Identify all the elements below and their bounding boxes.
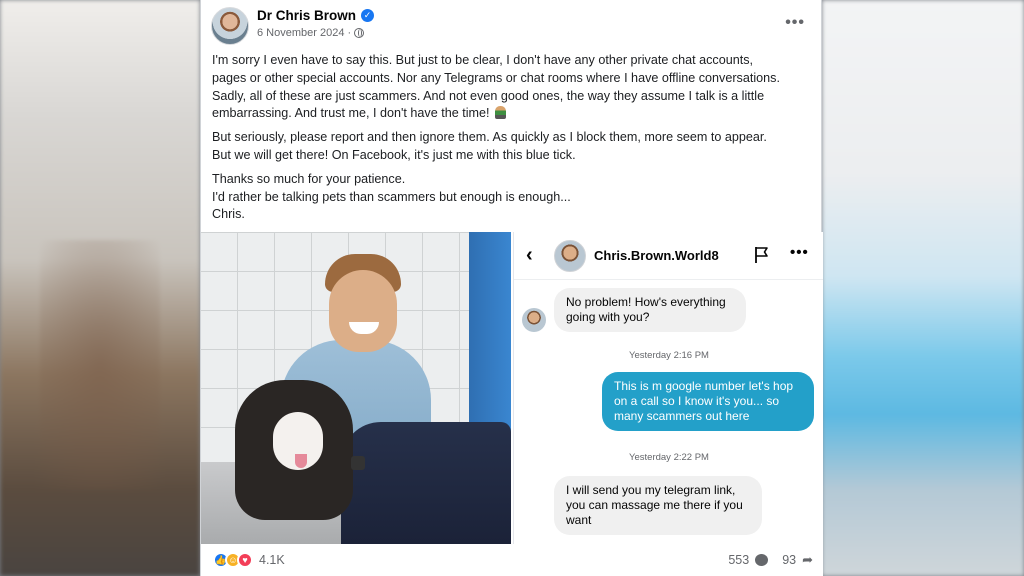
author-name-row: Dr Chris Brown ✓ xyxy=(257,8,375,23)
more-horizontal-icon[interactable]: ••• xyxy=(785,14,805,32)
globe-icon xyxy=(354,28,365,38)
text-line: Sadly, all of these are just scammers. A… xyxy=(212,88,765,103)
post-footer: 👍 ☺ ♥ 4.1K 553 93 ➦ xyxy=(201,544,823,576)
chat-avatar xyxy=(554,240,586,272)
text-line: Thanks so much for your patience. xyxy=(212,171,406,186)
message-timestamp: Yesterday 2:16 PM xyxy=(629,350,709,361)
paragraph-3: Thanks so much for your patience. I'd ra… xyxy=(212,171,816,224)
verified-check-icon: ✓ xyxy=(361,9,375,22)
facebook-post: Dr Chris Brown ✓ 6 November 2024 · ••• I… xyxy=(200,0,823,576)
text-line: I'm sorry I even have to say this. But j… xyxy=(212,53,754,67)
text-line: pages or other special accounts. Nor any… xyxy=(212,70,780,85)
message-outgoing: This is m google number let's hop on a c… xyxy=(602,372,814,431)
chat-topbar: ‹ Chris.Brown.World8 ••• xyxy=(514,232,823,280)
chevron-left-icon: ‹ xyxy=(526,244,533,266)
wrist-watch xyxy=(351,456,365,470)
post-header: Dr Chris Brown ✓ 6 November 2024 · ••• xyxy=(201,0,823,48)
message-incoming: No problem! How's everything going with … xyxy=(554,288,746,332)
background-blur-left xyxy=(0,0,200,576)
message-incoming: I will send you my telegram link, you ca… xyxy=(554,476,762,535)
background-blur-right xyxy=(822,0,1024,576)
reaction-count: 4.1K xyxy=(259,553,285,567)
post-body: I'm sorry I even have to say this. But j… xyxy=(212,52,816,230)
engagement-stats: 553 93 ➦ xyxy=(728,552,813,568)
comment-bubble-icon xyxy=(755,554,769,566)
flag-icon xyxy=(755,247,768,263)
text-line: But seriously, please report and then ig… xyxy=(212,130,767,145)
text-line: embarrassing. And trust me, I don't have… xyxy=(212,106,490,121)
reactions-summary[interactable]: 👍 ☺ ♥ 4.1K xyxy=(213,552,285,568)
meta-separator: · xyxy=(347,27,352,39)
text-line: But we will get there! On Facebook, it's… xyxy=(212,147,576,162)
person-jeans xyxy=(341,422,511,544)
scam-chat-screenshot[interactable]: ‹ Chris.Brown.World8 ••• No problem! How… xyxy=(513,232,823,544)
paragraph-1: I'm sorry I even have to say this. But j… xyxy=(212,52,816,123)
love-reaction-icon: ♥ xyxy=(237,552,253,568)
photo-vet-with-dog[interactable] xyxy=(201,232,511,544)
share-count[interactable]: 93 xyxy=(782,553,796,567)
man-emoji-icon xyxy=(495,106,507,120)
person-head xyxy=(329,270,397,352)
more-horizontal-icon: ••• xyxy=(790,244,809,261)
author-avatar[interactable] xyxy=(211,7,249,45)
chat-contact-name: Chris.Brown.World8 xyxy=(594,248,719,263)
dog-tongue xyxy=(295,454,307,468)
author-name[interactable]: Dr Chris Brown xyxy=(257,8,356,23)
post-media: ‹ Chris.Brown.World8 ••• No problem! How… xyxy=(201,232,823,544)
sender-avatar xyxy=(522,308,546,332)
message-timestamp: Yesterday 2:22 PM xyxy=(629,452,709,463)
share-arrow-icon: ➦ xyxy=(802,552,813,567)
text-line: Chris. xyxy=(212,207,245,222)
post-date[interactable]: 6 November 2024 xyxy=(257,27,344,39)
paragraph-2: But seriously, please report and then ig… xyxy=(212,129,816,165)
post-meta: 6 November 2024 · xyxy=(257,27,365,39)
comment-count[interactable]: 553 xyxy=(728,553,749,567)
text-line-with-emoji: embarrassing. And trust me, I don't have… xyxy=(212,105,816,123)
text-line: I'd rather be talking pets than scammers… xyxy=(212,189,571,204)
